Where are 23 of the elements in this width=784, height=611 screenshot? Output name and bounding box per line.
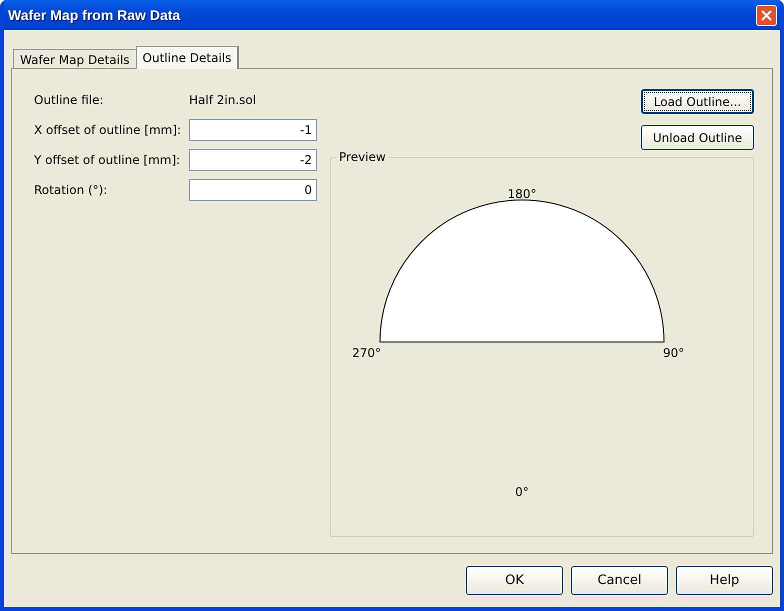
close-button[interactable] xyxy=(756,4,777,26)
dialog-button[interactable]: Help xyxy=(676,566,773,595)
dialog-button[interactable]: OK xyxy=(466,566,563,595)
field-label: X offset of outline [mm]: xyxy=(34,123,182,137)
input-field[interactable]: 0 xyxy=(189,179,317,201)
outline-button[interactable]: Unload Outline xyxy=(641,125,754,150)
input-field[interactable]: -2 xyxy=(189,149,317,171)
angle-label: 90° xyxy=(663,346,684,360)
field-label: Rotation (°): xyxy=(34,183,108,197)
field-label: Outline file: xyxy=(34,93,105,107)
angle-label: 270° xyxy=(352,346,381,360)
tab[interactable]: Outline Details xyxy=(136,46,240,69)
outline-file-name: Half 2in.sol xyxy=(189,93,256,107)
angle-label: 180° xyxy=(508,187,536,201)
input-field[interactable]: -1 xyxy=(189,119,317,141)
close-icon xyxy=(761,10,772,20)
tab[interactable]: Wafer Map Details xyxy=(13,49,137,69)
dialog-button[interactable]: Cancel xyxy=(571,566,668,595)
group-title: Preview xyxy=(337,150,388,164)
field-label: Y offset of outline [mm]: xyxy=(34,153,182,167)
angle-label: 0° xyxy=(515,485,529,499)
window-title: Wafer Map from Raw Data xyxy=(8,7,180,23)
outline-button[interactable]: Load Outline... xyxy=(641,89,754,114)
